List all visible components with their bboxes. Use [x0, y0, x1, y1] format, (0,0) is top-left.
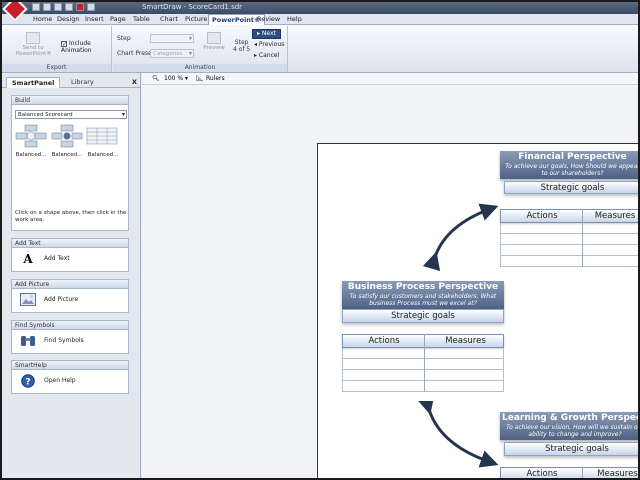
add-picture-section: Add Picture Add Picture — [11, 279, 129, 313]
arrow-bottom — [417, 395, 499, 468]
step-counter: Step 4 of 5 — [233, 39, 251, 53]
open-icon[interactable] — [43, 3, 51, 11]
card-title: Business Process Perspective — [347, 282, 499, 292]
add-text-button[interactable]: A Add Text — [16, 252, 126, 268]
tab-design[interactable]: Design — [54, 14, 82, 25]
smarthelp-section: SmartHelp ? Open Help — [11, 360, 129, 394]
strategic-goals-bar: Strategic goals — [504, 442, 638, 456]
drawing-page[interactable]: Financial Perspective To achieve our goa… — [317, 143, 640, 478]
undo-icon[interactable] — [76, 3, 84, 11]
help-icon: ? — [20, 374, 36, 388]
find-symbols-header: Find Symbols — [12, 321, 128, 330]
shape-caption: Balanced... — [87, 152, 119, 158]
print-icon[interactable] — [65, 3, 73, 11]
send-to-powerpoint-button[interactable]: Send to PowerPoint® — [16, 32, 52, 57]
table-body — [500, 223, 638, 267]
strategic-goals-bar: Strategic goals — [504, 181, 638, 194]
export-group: Send to PowerPoint® ✓ Include Animation E… — [2, 26, 112, 72]
quick-access-toolbar — [32, 3, 95, 11]
previous-button[interactable]: ◂ Previous — [254, 41, 284, 49]
card-subtitle: To satisfy our customers and stakeholder… — [349, 293, 497, 307]
preview-icon — [207, 32, 221, 44]
include-animation-checkbox[interactable]: ✓ Include Animation — [61, 40, 107, 54]
svg-text:?: ? — [25, 378, 30, 388]
strategic-goals-bar: Strategic goals — [342, 309, 504, 323]
shape-caption: Balanced... — [51, 152, 83, 158]
tab-insert[interactable]: Insert — [82, 14, 107, 25]
business-process-perspective-card[interactable]: Business Process Perspective To satisfy … — [342, 281, 504, 401]
tab-library[interactable]: Library — [66, 77, 99, 88]
animation-group: Step Chart Preset Categories Preview Ste… — [113, 26, 288, 72]
add-picture-header: Add Picture — [12, 280, 128, 289]
step-label: Step — [117, 35, 131, 42]
card-header: Learning & Growth Perspective To achieve… — [500, 412, 640, 440]
card-header: Financial Perspective To achieve our goa… — [500, 151, 640, 179]
rulers-toggle[interactable]: Rulers — [206, 73, 225, 85]
text-icon: A — [23, 252, 33, 266]
tab-review[interactable]: Review — [254, 14, 283, 25]
build-header: Build — [12, 96, 128, 105]
scorecard-shape-thumbnail-3[interactable] — [86, 124, 118, 148]
rulers-icon: 📐︎ — [196, 75, 204, 82]
powerpoint-icon — [26, 32, 40, 44]
animation-group-label: Animation — [113, 64, 287, 72]
table-body — [342, 348, 504, 392]
tab-help[interactable]: Help — [284, 14, 305, 25]
build-template-select[interactable]: Balanced Scorecard — [15, 110, 127, 119]
smart-panel: SmartPanel Library x Build Balanced Scor… — [2, 73, 141, 478]
new-icon[interactable] — [32, 3, 40, 11]
add-text-section: Add Text A Add Text — [11, 238, 129, 272]
title-bar: SmartDraw - ScoreCard1.sdr — [2, 2, 638, 14]
binoculars-icon — [20, 334, 36, 348]
smarthelp-header: SmartHelp — [12, 361, 128, 370]
cancel-button[interactable]: ▸ Cancel — [254, 52, 279, 60]
table-header: Actions Measures — [342, 334, 504, 348]
tab-picture[interactable]: Picture — [182, 14, 210, 25]
card-subtitle: To achieve our vision, How will we susta… — [506, 424, 640, 438]
tab-table[interactable]: Table — [130, 14, 153, 25]
ribbon: Send to PowerPoint® ✓ Include Animation E… — [2, 25, 638, 73]
shape-caption: Balanced... — [15, 152, 47, 158]
zoom-icon[interactable]: 🔍︎ — [152, 73, 160, 85]
panel-tabs: SmartPanel Library — [2, 77, 141, 88]
find-symbols-section: Find Symbols Find Symbols — [11, 320, 129, 354]
scorecard-shape-thumbnail-1[interactable] — [15, 124, 47, 148]
add-picture-button[interactable]: Add Picture — [16, 293, 126, 309]
step-select[interactable] — [150, 34, 194, 43]
table-header: Actions Measures — [500, 209, 638, 223]
table-header: Actions Measures — [500, 467, 638, 478]
work-area[interactable]: 🔍︎ 100 % ▾ 📐︎ Rulers Financial Perspecti… — [142, 73, 640, 478]
app-window: SmartDraw - ScoreCard1.sdr Home Design I… — [0, 0, 640, 480]
export-group-label: Export — [2, 64, 111, 72]
zoom-select[interactable]: 100 % ▾ — [164, 73, 188, 85]
build-section: Build Balanced Scorecard ▾ Balanced... B… — [11, 95, 129, 231]
tab-smartpanel[interactable]: SmartPanel — [6, 77, 61, 88]
chart-preset-select[interactable]: Categories — [150, 49, 194, 58]
add-text-header: Add Text — [12, 239, 128, 248]
view-toolbar: 🔍︎ 100 % ▾ 📐︎ Rulers — [142, 73, 638, 85]
arrow-top — [422, 203, 499, 272]
card-title: Learning & Growth Perspective — [502, 413, 638, 423]
tab-home[interactable]: Home — [30, 14, 55, 25]
preview-button[interactable]: Preview — [199, 32, 229, 51]
card-header: Business Process Perspective To satisfy … — [342, 281, 504, 309]
tab-page[interactable]: Page — [107, 14, 129, 25]
picture-icon — [20, 293, 36, 307]
ribbon-tabs: Home Design Insert Page Table Chart Pict… — [2, 14, 638, 25]
window-title: SmartDraw - ScoreCard1.sdr — [142, 3, 243, 11]
build-hint-text: Click on a shape above, then click in th… — [15, 210, 127, 223]
open-help-button[interactable]: ? Open Help — [16, 374, 126, 390]
learning-growth-perspective-card[interactable]: Learning & Growth Perspective To achieve… — [500, 412, 640, 478]
redo-icon[interactable] — [87, 3, 95, 11]
financial-perspective-card[interactable]: Financial Perspective To achieve our goa… — [500, 151, 640, 271]
chart-preset-label: Chart Preset — [117, 50, 155, 57]
close-icon[interactable]: x — [132, 77, 137, 86]
tab-chart[interactable]: Chart — [157, 14, 181, 25]
find-symbols-button[interactable]: Find Symbols — [16, 334, 126, 350]
scorecard-shape-thumbnail-2[interactable] — [51, 124, 83, 148]
card-title: Financial Perspective — [518, 152, 627, 162]
save-icon[interactable] — [54, 3, 62, 11]
card-subtitle: To achieve our goals, How Should we appe… — [505, 163, 640, 177]
next-button[interactable]: ▸ Next — [252, 29, 281, 39]
